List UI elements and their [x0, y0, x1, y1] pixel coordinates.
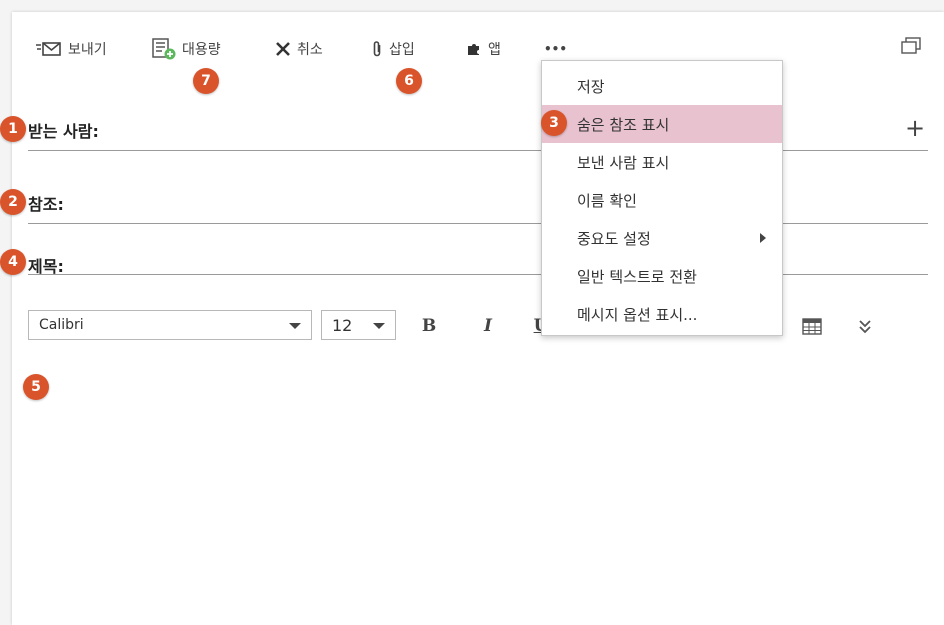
- font-family-select[interactable]: Calibri: [28, 310, 312, 340]
- menu-item-plain-text[interactable]: 일반 텍스트로 전환: [542, 257, 782, 295]
- apps-label: 앱: [488, 42, 501, 58]
- font-family-value: Calibri: [39, 317, 84, 333]
- to-field[interactable]: [28, 150, 928, 151]
- expand-toolbar-icon[interactable]: [857, 318, 873, 340]
- callout-badge-4: 4: [0, 249, 26, 275]
- send-mail-icon: [36, 41, 62, 57]
- callout-badge-1: 1: [0, 116, 26, 142]
- menu-item-save[interactable]: 저장: [542, 67, 782, 105]
- more-options-button[interactable]: •••: [544, 38, 567, 60]
- italic-button[interactable]: I: [475, 313, 501, 339]
- add-recipient-icon[interactable]: +: [905, 114, 925, 142]
- callout-badge-2: 2: [0, 189, 26, 215]
- cc-label: 참조:: [28, 195, 64, 214]
- apps-button[interactable]: 앱: [466, 38, 501, 60]
- cancel-label: 취소: [297, 42, 323, 58]
- menu-item-show-bcc[interactable]: 숨은 참조 표시: [542, 105, 782, 143]
- cc-field[interactable]: [28, 223, 928, 224]
- more-options-label: •••: [544, 42, 568, 56]
- large-attachment-icon: [152, 38, 176, 60]
- cancel-button[interactable]: 취소: [275, 38, 323, 60]
- send-label: 보내기: [68, 42, 107, 58]
- table-icon[interactable]: [802, 318, 822, 339]
- font-size-value: 12: [332, 315, 353, 335]
- chevron-down-icon: [289, 323, 301, 329]
- insert-button[interactable]: 삽입: [371, 38, 415, 60]
- subject-field[interactable]: [28, 274, 928, 275]
- capacity-label: 대용량: [182, 42, 221, 58]
- more-options-menu: 저장 숨은 참조 표시 보낸 사람 표시 이름 확인 중요도 설정 일반 텍스트…: [541, 60, 783, 336]
- insert-label: 삽입: [389, 42, 415, 58]
- send-button[interactable]: 보내기: [36, 38, 107, 60]
- menu-item-set-importance[interactable]: 중요도 설정: [542, 219, 782, 257]
- chevron-right-icon: [760, 233, 766, 243]
- menu-item-check-names[interactable]: 이름 확인: [542, 181, 782, 219]
- callout-badge-6: 6: [396, 68, 422, 94]
- callout-badge-7: 7: [193, 68, 219, 94]
- puzzle-icon: [466, 42, 482, 56]
- callout-badge-3: 3: [541, 110, 567, 136]
- callout-badge-5: 5: [23, 374, 49, 400]
- popout-icon[interactable]: [900, 37, 922, 59]
- menu-item-message-options[interactable]: 메시지 옵션 표시...: [542, 295, 782, 333]
- chevron-down-icon: [373, 323, 385, 329]
- paperclip-icon: [371, 40, 383, 58]
- close-icon: [275, 41, 291, 57]
- capacity-button[interactable]: 대용량: [152, 38, 221, 60]
- bold-button[interactable]: B: [416, 313, 442, 339]
- font-size-select[interactable]: 12: [321, 310, 396, 340]
- menu-item-show-from[interactable]: 보낸 사람 표시: [542, 143, 782, 181]
- set-importance-label: 중요도 설정: [577, 229, 651, 248]
- to-label: 받는 사람:: [28, 122, 99, 141]
